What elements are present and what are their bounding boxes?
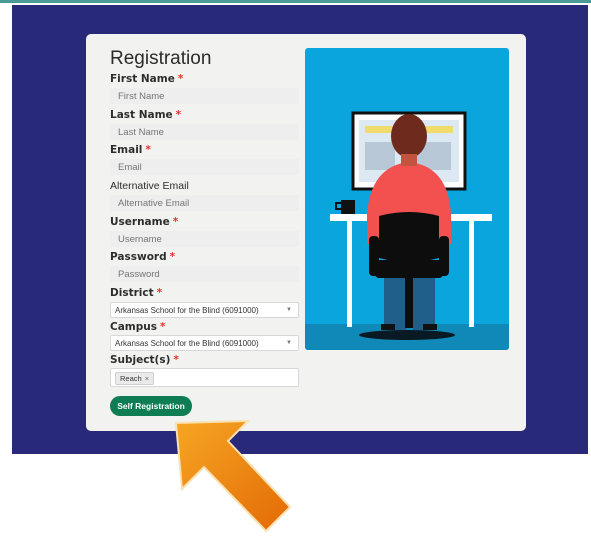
- required-mark: *: [159, 321, 166, 333]
- campus-select[interactable]: Arkansas School for the Blind (6091000) …: [110, 335, 299, 351]
- alt-email-label: Alternative Email: [110, 180, 189, 192]
- illustration-graphic: [305, 111, 509, 350]
- email-label: Email *: [110, 144, 151, 156]
- self-registration-button[interactable]: Self Registration: [110, 396, 192, 416]
- username-input[interactable]: [110, 231, 299, 247]
- password-input[interactable]: [110, 266, 299, 282]
- alt-email-input[interactable]: [110, 195, 299, 211]
- username-label: Username *: [110, 216, 179, 228]
- last-name-label: Last Name *: [110, 109, 182, 121]
- required-mark: *: [175, 109, 182, 121]
- top-accent-line: [0, 0, 591, 3]
- subject-tag: Reach ×: [115, 372, 155, 385]
- subjects-multiselect[interactable]: Reach ×: [110, 368, 299, 387]
- campus-label: Campus *: [110, 321, 166, 333]
- required-mark: *: [173, 354, 179, 366]
- district-label: District *: [110, 287, 163, 299]
- required-mark: *: [145, 144, 151, 156]
- district-selected-value: Arkansas School for the Blind (6091000): [115, 306, 259, 315]
- chevron-down-icon: ▼: [286, 307, 292, 313]
- chevron-down-icon: ▼: [286, 340, 292, 346]
- page-title: Registration: [110, 48, 212, 69]
- required-mark: *: [177, 73, 184, 85]
- first-name-label: First Name *: [110, 73, 184, 85]
- required-mark: *: [169, 251, 176, 263]
- email-input[interactable]: [110, 159, 299, 175]
- last-name-input[interactable]: [110, 124, 299, 140]
- remove-tag-icon[interactable]: ×: [145, 374, 149, 383]
- subjects-label: Subject(s) *: [110, 354, 179, 366]
- pointing-arrow-icon: [174, 419, 292, 533]
- illustration-person-at-computer: [305, 48, 509, 350]
- district-select[interactable]: Arkansas School for the Blind (6091000) …: [110, 302, 299, 318]
- required-mark: *: [156, 287, 163, 299]
- required-mark: *: [172, 216, 179, 228]
- first-name-input[interactable]: [110, 88, 299, 104]
- password-label: Password *: [110, 251, 176, 263]
- campus-selected-value: Arkansas School for the Blind (6091000): [115, 339, 259, 348]
